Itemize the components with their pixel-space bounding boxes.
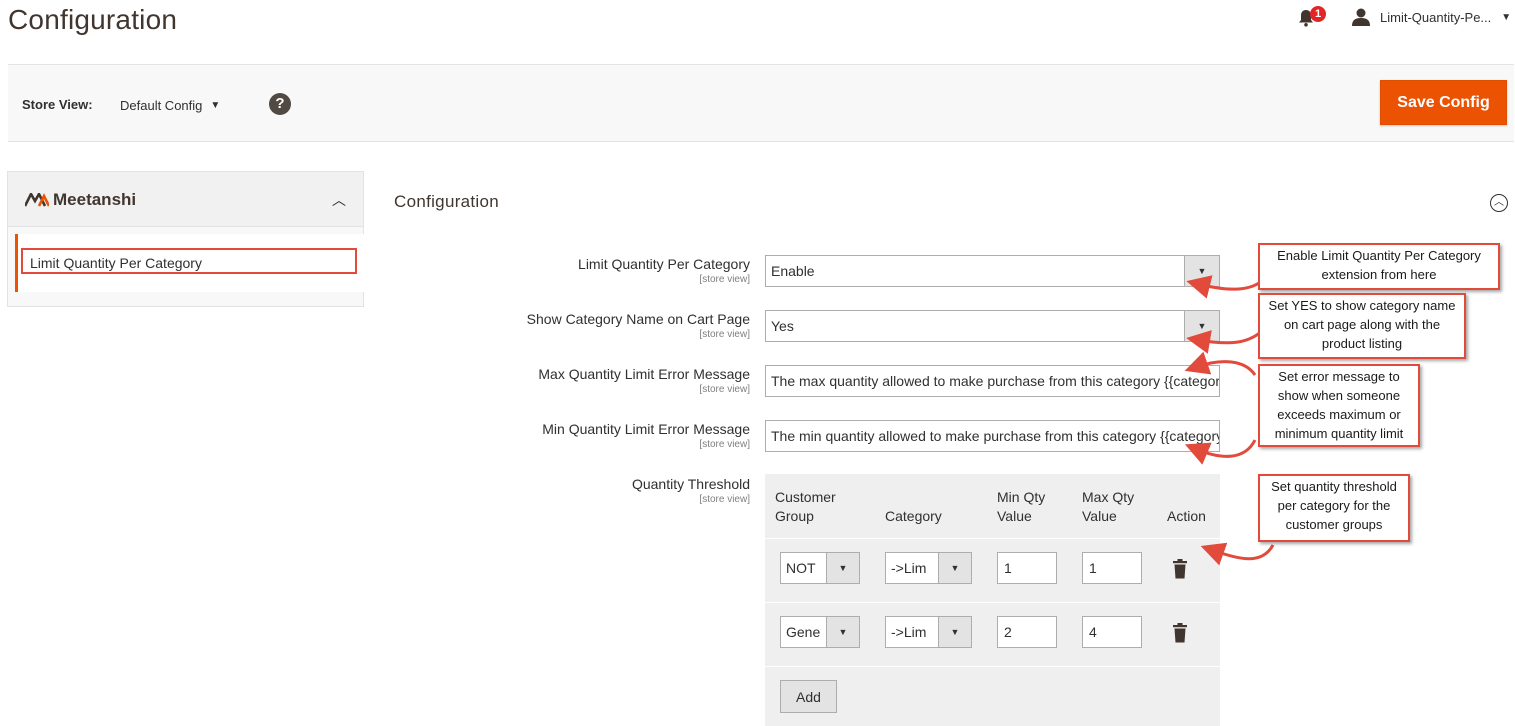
- brand-name: Meetanshi: [53, 190, 137, 209]
- chevron-down-icon: ▼: [826, 617, 859, 647]
- max-error-scope: [store view]: [699, 384, 750, 395]
- th-max-qty: Max Qty Value: [1082, 489, 1135, 524]
- category-select[interactable]: ->Lim ▼: [885, 552, 972, 584]
- store-view-value: Default Config: [120, 98, 203, 113]
- chevron-down-icon: ▼: [1184, 256, 1219, 286]
- trash-icon[interactable]: [1172, 623, 1188, 643]
- limit-qty-label: Limit Quantity Per Category: [578, 256, 750, 272]
- min-error-label: Min Quantity Limit Error Message: [542, 421, 750, 437]
- limit-qty-scope: [store view]: [699, 274, 750, 285]
- callout-enable: Enable Limit Quantity Per Category exten…: [1258, 243, 1500, 290]
- user-icon: [1352, 8, 1370, 26]
- show-category-select[interactable]: Yes ▼: [765, 310, 1220, 342]
- th-category: Category: [885, 508, 942, 524]
- user-menu[interactable]: Limit-Quantity-Pe... ▼: [1352, 6, 1511, 28]
- add-row-button[interactable]: Add: [780, 680, 837, 713]
- collapse-icon[interactable]: ︿: [1490, 194, 1508, 212]
- th-customer-group: Customer Group: [775, 489, 836, 524]
- show-category-scope: [store view]: [699, 329, 750, 340]
- th-min-qty: Min Qty Value: [997, 489, 1046, 524]
- row-divider: [765, 602, 1220, 603]
- callout-threshold: Set quantity threshold per category for …: [1258, 474, 1410, 542]
- row-divider: [765, 538, 1220, 539]
- callout-error-message: Set error message to show when someone e…: [1258, 364, 1420, 447]
- tab-group-header[interactable]: Meetanshi ︿: [8, 172, 363, 227]
- caret-down-icon: ▼: [1501, 11, 1512, 23]
- trash-icon[interactable]: [1172, 559, 1188, 579]
- arrow-to-threshold: [1200, 542, 1275, 566]
- caret-down-icon: ▼: [210, 100, 221, 111]
- min-error-input[interactable]: The min quantity allowed to make purchas…: [765, 420, 1220, 452]
- chevron-down-icon: ▼: [826, 553, 859, 583]
- save-config-button[interactable]: Save Config: [1380, 80, 1507, 125]
- threshold-label: Quantity Threshold: [631, 476, 750, 492]
- min-qty-input[interactable]: 1: [997, 552, 1057, 584]
- min-error-scope: [store view]: [699, 439, 750, 450]
- show-category-label: Show Category Name on Cart Page: [526, 311, 750, 327]
- chevron-down-icon: ▼: [938, 617, 971, 647]
- chevron-up-icon[interactable]: ︿: [332, 190, 346, 210]
- th-action: Action: [1167, 508, 1206, 524]
- tab-limit-quantity-per-category[interactable]: Limit Quantity Per Category: [21, 248, 357, 274]
- row-divider: [765, 666, 1220, 667]
- store-view-label: Store View:: [22, 97, 93, 112]
- category-select[interactable]: ->Lim ▼: [885, 616, 972, 648]
- threshold-scope: [store view]: [699, 494, 750, 505]
- chevron-down-icon: ▼: [938, 553, 971, 583]
- max-error-input[interactable]: The max quantity allowed to make purchas…: [765, 365, 1220, 397]
- limit-qty-value: Enable: [771, 263, 815, 279]
- store-view-switcher[interactable]: Default Config ▼: [120, 98, 220, 113]
- store-view-bar: Store View: Default Config ▼ ? Save Conf…: [8, 64, 1514, 142]
- notifications-button[interactable]: 1: [1298, 6, 1326, 30]
- user-name: Limit-Quantity-Pe...: [1380, 9, 1492, 25]
- customer-group-select[interactable]: Gene ▼: [780, 616, 860, 648]
- page-title: Configuration: [8, 4, 178, 35]
- max-error-label: Max Quantity Limit Error Message: [538, 366, 750, 382]
- threshold-table: Customer Group Category Min Qty Value Ma…: [765, 474, 1220, 726]
- meetanshi-logo-icon: [25, 193, 49, 207]
- max-qty-input[interactable]: 4: [1082, 616, 1142, 648]
- show-category-value: Yes: [771, 318, 794, 334]
- customer-group-select[interactable]: NOT ▼: [780, 552, 860, 584]
- max-qty-input[interactable]: 1: [1082, 552, 1142, 584]
- help-icon[interactable]: ?: [269, 93, 291, 115]
- section-title[interactable]: Configuration: [394, 192, 499, 212]
- limit-qty-select[interactable]: Enable ▼: [765, 255, 1220, 287]
- min-qty-input[interactable]: 2: [997, 616, 1057, 648]
- chevron-down-icon: ▼: [1184, 311, 1219, 341]
- config-tabs: Meetanshi ︿ Limit Quantity Per Category: [7, 171, 366, 307]
- notification-badge: 1: [1310, 6, 1326, 22]
- brand-title: Meetanshi: [25, 190, 136, 210]
- callout-show-category: Set YES to show category name on cart pa…: [1258, 293, 1466, 359]
